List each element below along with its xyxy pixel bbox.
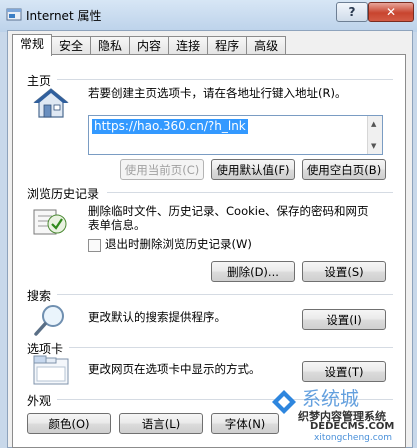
tab-general[interactable]: 常规 [12,34,53,56]
title-bar: Internet 属性 ? ✕ [0,0,417,32]
history-settings-button[interactable]: 设置(S) [302,261,386,282]
tab-content[interactable]: 内容 [129,36,170,55]
homepage-description: 若要创建主页选项卡，请在各地址行键入地址(R)。 [88,86,347,100]
use-blank-button[interactable]: 使用空白页(B) [302,159,386,180]
tab-privacy[interactable]: 隐私 [90,36,131,55]
languages-button[interactable]: 语言(L) [119,413,203,434]
delete-on-exit-label: 退出时删除浏览历史记录(W) [105,237,252,251]
tab-connections[interactable]: 连接 [168,36,209,55]
tabs-icon [33,355,69,385]
search-magnifier-icon [34,305,64,336]
colors-button[interactable]: 颜色(O) [27,413,111,434]
tab-security[interactable]: 安全 [51,36,92,55]
homepage-divider [57,79,393,80]
tab-strip: 常规 安全 隐私 内容 连接 程序 高级 [12,34,287,56]
tabs-description: 更改网页在选项卡中显示的方式。 [88,362,261,376]
tab-advanced[interactable]: 高级 [246,36,287,55]
search-settings-button[interactable]: 设置(I) [302,309,386,330]
window-title: Internet 属性 [26,9,102,23]
tabs-divider [69,347,393,348]
watermark-logo-icon [272,390,296,414]
internet-options-icon [6,8,22,21]
tabs-settings-button[interactable]: 设置(T) [302,361,386,382]
watermark-brand: 系统城 [302,388,360,410]
fonts-button[interactable]: 字体(N) [211,413,279,434]
search-divider [57,294,393,295]
use-default-button[interactable]: 使用默认值(F) [211,159,295,180]
history-section-title: 浏览历史记录 [27,187,100,201]
use-current-button[interactable]: 使用当前页(C) [120,159,204,180]
delete-history-button[interactable]: 删除(D)... [211,261,295,282]
scroll-down-icon: ▼ [371,142,377,150]
homepage-url-input[interactable]: https://hao.360.cn/?h_lnk ▲ ▼ [88,115,383,155]
homepage-url-text: https://hao.360.cn/?h_lnk [92,119,248,134]
search-description: 更改默认的搜索提供程序。 [88,310,226,324]
home-icon [33,88,69,118]
delete-on-exit-checkbox[interactable] [88,239,101,252]
watermark-line4: xitongcheng.com [314,433,392,443]
search-section-title: 搜索 [27,289,52,303]
watermark-line3: DEDECMS.COM [310,421,395,432]
tab-programs[interactable]: 程序 [207,36,248,55]
appearance-section-title: 外观 [27,394,52,408]
url-scrollbar[interactable]: ▲ ▼ [367,116,382,154]
scroll-up-icon: ▲ [371,120,377,128]
help-button[interactable]: ? [336,2,368,22]
watermark: 系统城 织梦内容管理系统 DEDECMS.COM xitongcheng.com [270,384,417,446]
history-divider [107,192,393,193]
close-button[interactable]: ✕ [368,2,414,22]
history-description-line2: 表单信息。 [88,218,146,232]
history-icon [33,209,67,235]
history-description-line1: 删除临时文件、历史记录、Cookie、保存的密码和网页 [88,204,369,218]
